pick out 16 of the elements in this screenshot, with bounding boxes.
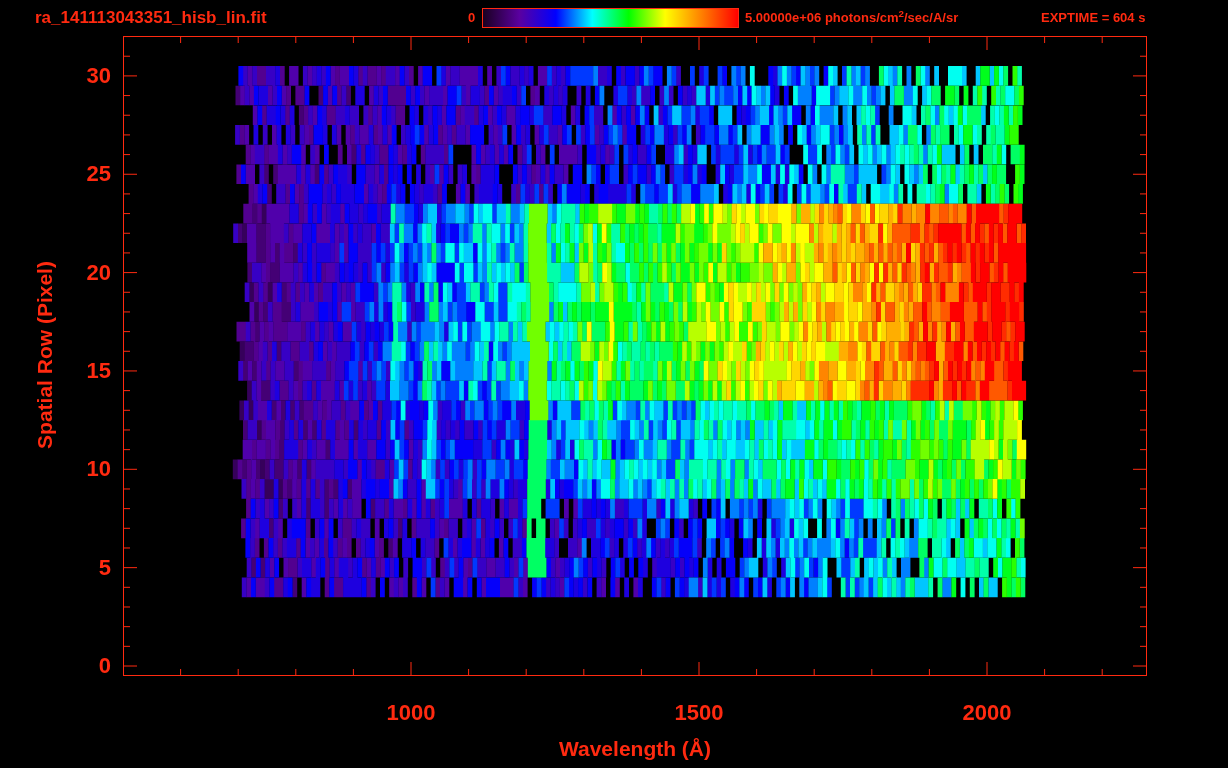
y-tick-label: 0 bbox=[98, 655, 111, 677]
y-axis-label: Spatial Row (Pixel) bbox=[32, 261, 58, 449]
y-tick-label: 30 bbox=[86, 64, 111, 87]
y-tick-label: 25 bbox=[86, 163, 111, 186]
y-tick-label: 5 bbox=[98, 556, 111, 579]
x-tick-label: 1000 bbox=[386, 702, 436, 724]
file-title: ra_141113043351_hisb_lin.fit bbox=[34, 7, 268, 30]
exposure-time: EXPTIME = 604 s bbox=[1041, 9, 1146, 28]
colorbar-min-label: 0 bbox=[468, 9, 477, 28]
x-tick-label: 1500 bbox=[674, 702, 724, 724]
x-axis-label: Wavelength (Å) bbox=[558, 738, 712, 759]
y-tick-label: 10 bbox=[86, 458, 111, 481]
x-tick-label: 2000 bbox=[962, 702, 1012, 724]
y-tick-label: 15 bbox=[86, 359, 111, 382]
colorbar-max-label: 5.00000e+06 photons/cm$^{2}$/sec/A/sr bbox=[745, 8, 960, 28]
y-tick-label: 20 bbox=[86, 261, 111, 284]
